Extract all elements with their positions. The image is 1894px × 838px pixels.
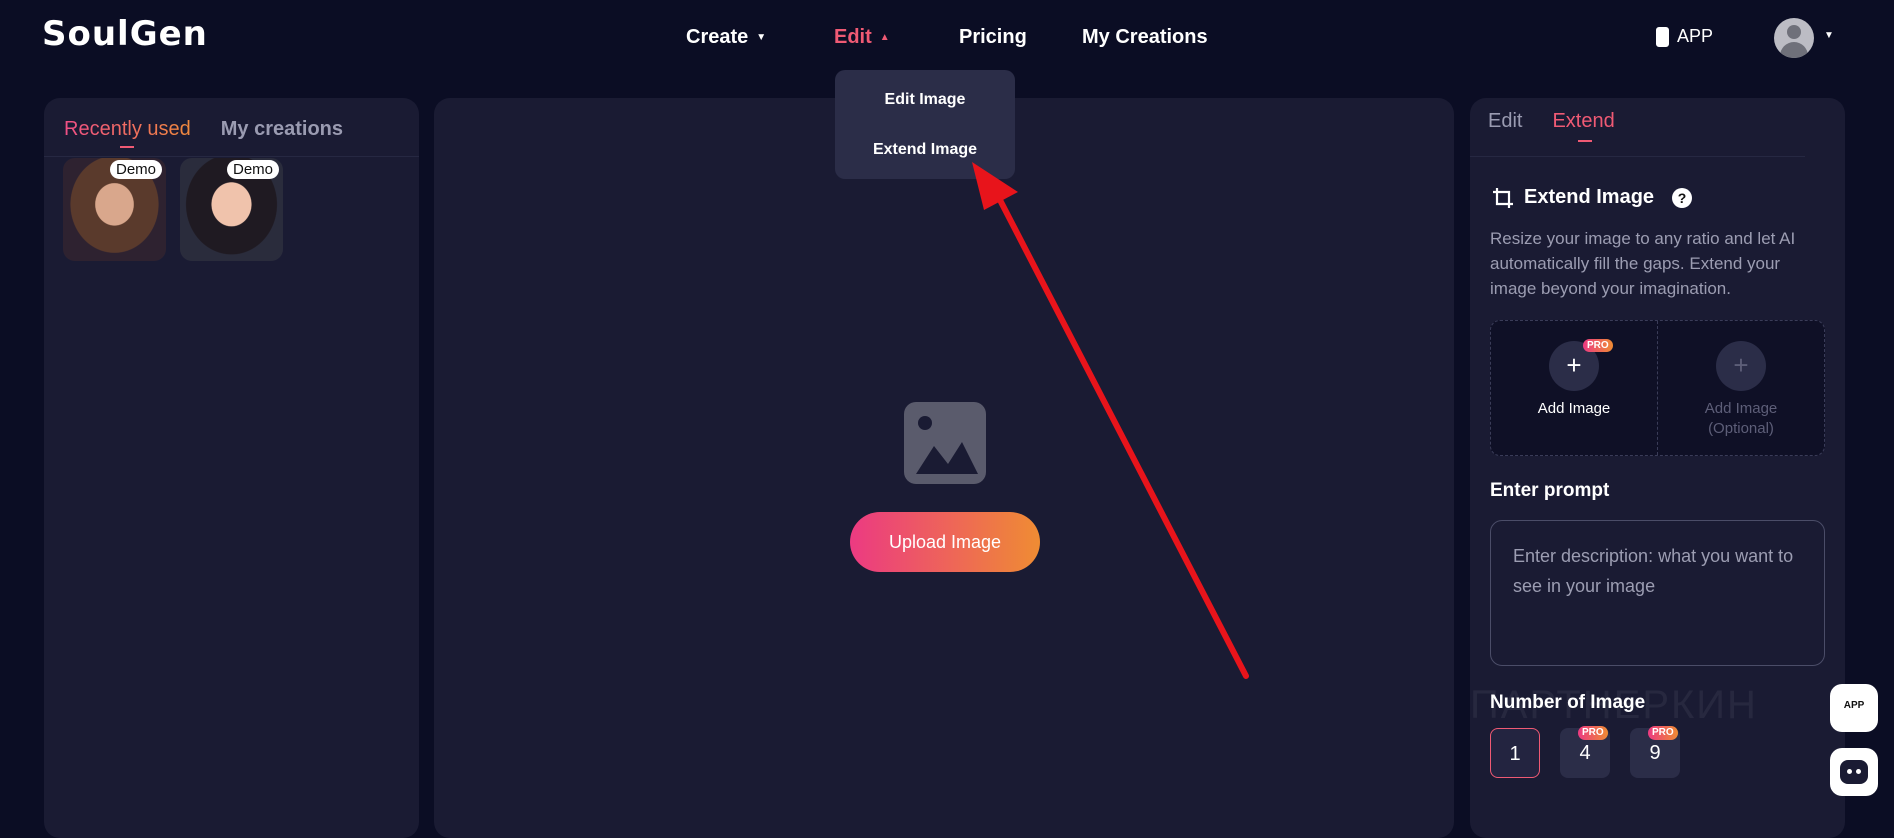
add-image-area: + PRO Add Image + Add Image (Optional) xyxy=(1490,320,1825,456)
nav-my-creations[interactable]: My Creations xyxy=(1082,26,1208,49)
right-tabs: Edit Extend xyxy=(1488,110,1615,133)
add-image-optional-label: Add Image (Optional) xyxy=(1704,400,1778,437)
watermark: ПАРТНЕРКИН xyxy=(1470,683,1758,727)
add-image-label: Add Image xyxy=(1537,400,1611,417)
app-label: APP xyxy=(1677,26,1714,46)
menu-item-extend-image[interactable]: Extend Image xyxy=(835,140,1015,190)
pro-badge: PRO xyxy=(1578,726,1608,740)
demo-badge: Demo xyxy=(226,160,279,179)
pro-badge: PRO xyxy=(1583,339,1613,352)
tab-extend[interactable]: Extend xyxy=(1552,110,1614,133)
num-option-label: 9 xyxy=(1649,742,1661,764)
num-option-4[interactable]: 4 PRO xyxy=(1560,726,1610,778)
nav-create[interactable]: Create ▼ xyxy=(686,26,766,49)
add-image-slot[interactable]: + PRO Add Image xyxy=(1491,321,1657,455)
tab-recently-used[interactable]: Recently used xyxy=(64,118,191,141)
demo-thumbnail[interactable]: Demo xyxy=(63,158,166,261)
tab-edit[interactable]: Edit xyxy=(1488,110,1522,133)
tab-underline xyxy=(120,146,134,148)
nav-edit-label: Edit xyxy=(834,26,872,48)
app-download-link[interactable]: APP xyxy=(1656,26,1713,47)
caret-down-icon: ▼ xyxy=(756,32,767,43)
edit-dropdown-menu: Edit Image Extend Image xyxy=(835,70,1015,179)
add-image-optional-slot[interactable]: + Add Image (Optional) xyxy=(1657,321,1824,455)
help-icon[interactable]: ? xyxy=(1672,187,1693,208)
caret-up-icon: ▲ xyxy=(879,32,890,43)
chevron-down-icon[interactable]: ▼ xyxy=(1824,30,1834,41)
crop-icon xyxy=(1492,187,1514,209)
demo-thumbnail[interactable]: Demo xyxy=(180,158,283,261)
left-panel: Recently used My creations Demo Demo xyxy=(44,98,419,838)
menu-item-edit-image[interactable]: Edit Image xyxy=(835,90,1015,140)
tab-my-creations[interactable]: My creations xyxy=(221,118,343,141)
prompt-input[interactable] xyxy=(1490,520,1825,666)
phone-icon xyxy=(1656,26,1669,47)
nav-pricing-label: Pricing xyxy=(959,26,1027,48)
floating-chat-button[interactable] xyxy=(1830,748,1878,796)
logo[interactable]: SoulGen xyxy=(42,14,208,54)
thumbnail-list: Demo Demo xyxy=(63,158,283,261)
section-title: Extend Image ? xyxy=(1492,186,1693,209)
canvas-panel: Upload Image xyxy=(434,98,1454,838)
demo-badge: Demo xyxy=(109,160,162,179)
extend-image-title: Extend Image xyxy=(1524,186,1655,208)
num-option-label: 4 xyxy=(1579,742,1591,764)
num-option-9[interactable]: 9 PRO xyxy=(1630,726,1680,778)
nav-pricing[interactable]: Pricing xyxy=(959,26,1027,49)
tab-underline xyxy=(1578,140,1592,142)
nav-my-creations-label: My Creations xyxy=(1082,26,1208,48)
divider xyxy=(1470,156,1805,157)
description: Resize your image to any ratio and let A… xyxy=(1490,229,1796,298)
prompt-title: Enter prompt xyxy=(1490,480,1610,501)
chat-bot-icon xyxy=(1840,760,1868,784)
floating-app-button[interactable]: APP xyxy=(1830,684,1878,732)
left-tabs: Recently used My creations xyxy=(64,118,343,141)
pro-badge: PRO xyxy=(1648,726,1678,740)
app-label: APP xyxy=(1843,700,1865,711)
upload-image-button[interactable]: Upload Image xyxy=(850,512,1040,572)
image-placeholder-icon xyxy=(904,402,986,484)
divider xyxy=(44,156,419,157)
top-navbar: SoulGen Create ▼ Edit ▲ Pricing My Creat… xyxy=(0,0,1894,80)
num-option-1[interactable]: 1 xyxy=(1490,728,1540,778)
avatar[interactable] xyxy=(1774,18,1814,58)
nav-create-label: Create xyxy=(686,26,749,48)
plus-icon: + xyxy=(1716,341,1766,391)
nav-edit[interactable]: Edit ▲ xyxy=(834,26,890,49)
